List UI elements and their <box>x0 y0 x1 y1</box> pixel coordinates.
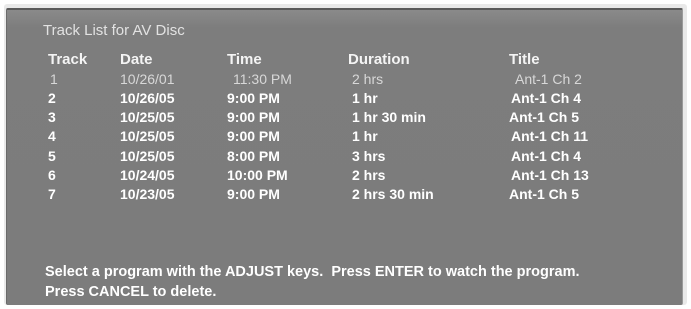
help-text: Select a program with the ADJUST keys. P… <box>45 262 580 302</box>
track-date: 10/26/01 <box>120 71 175 87</box>
track-title: Ant-1 Ch 13 <box>511 167 589 183</box>
track-title: Ant-1 Ch 11 <box>511 128 589 144</box>
track-time: 8:00 PM <box>227 148 280 164</box>
track-time: 9:00 PM <box>227 128 280 144</box>
table-row[interactable]: 2 10/26/05 9:00 PM 1 hr Ant-1 Ch 4 <box>0 89 691 109</box>
track-number: 4 <box>48 128 56 144</box>
track-number: 7 <box>48 186 56 202</box>
table-row[interactable]: 1 10/26/01 11:30 PM 2 hrs Ant-1 Ch 2 <box>0 70 691 90</box>
track-date: 10/25/05 <box>120 148 175 164</box>
help-line-2: Press CANCEL to delete. <box>45 284 217 300</box>
track-duration: 2 hrs <box>352 71 384 87</box>
track-duration: 1 hr <box>352 128 378 144</box>
track-date: 10/24/05 <box>120 167 175 183</box>
track-title: Ant-1 Ch 2 <box>515 71 582 87</box>
table-row[interactable]: 4 10/25/05 9:00 PM 1 hr Ant-1 Ch 11 <box>0 127 691 147</box>
page-title: Track List for AV Disc <box>43 22 185 39</box>
track-title: Ant-1 Ch 4 <box>511 148 581 164</box>
track-number: 3 <box>48 109 56 125</box>
header-title: Title <box>509 51 540 68</box>
track-duration: 2 hrs <box>352 167 386 183</box>
header-track: Track <box>48 51 88 68</box>
track-time: 9:00 PM <box>227 109 280 125</box>
track-title: Ant-1 Ch 5 <box>509 109 579 125</box>
track-date: 10/25/05 <box>120 128 175 144</box>
track-time: 9:00 PM <box>227 186 280 202</box>
track-title: Ant-1 Ch 4 <box>511 90 581 106</box>
track-title: Ant-1 Ch 5 <box>509 186 579 202</box>
table-header: Track Date Time Duration Title <box>0 51 691 71</box>
track-time: 9:00 PM <box>227 90 280 106</box>
help-line-1: Select a program with the ADJUST keys. P… <box>45 264 580 280</box>
table-row[interactable]: 7 10/23/05 9:00 PM 2 hrs 30 min Ant-1 Ch… <box>0 185 691 205</box>
table-row[interactable]: 6 10/24/05 10:00 PM 2 hrs Ant-1 Ch 13 <box>0 166 691 186</box>
track-date: 10/25/05 <box>120 109 175 125</box>
track-duration: 2 hrs 30 min <box>352 186 434 202</box>
track-number: 6 <box>48 167 56 183</box>
header-duration: Duration <box>348 51 410 68</box>
header-date: Date <box>120 51 153 68</box>
header-time: Time <box>227 51 262 68</box>
table-row[interactable]: 5 10/25/05 8:00 PM 3 hrs Ant-1 Ch 4 <box>0 147 691 167</box>
track-duration: 3 hrs <box>352 148 386 164</box>
track-number: 1 <box>50 71 58 87</box>
track-number: 5 <box>48 148 56 164</box>
track-number: 2 <box>48 90 56 106</box>
track-time: 11:30 PM <box>233 71 292 87</box>
track-time: 10:00 PM <box>227 167 288 183</box>
track-duration: 1 hr <box>352 90 378 106</box>
track-duration: 1 hr 30 min <box>352 109 426 125</box>
table-row[interactable]: 3 10/25/05 9:00 PM 1 hr 30 min Ant-1 Ch … <box>0 108 691 128</box>
track-date: 10/26/05 <box>120 90 175 106</box>
track-date: 10/23/05 <box>120 186 175 202</box>
